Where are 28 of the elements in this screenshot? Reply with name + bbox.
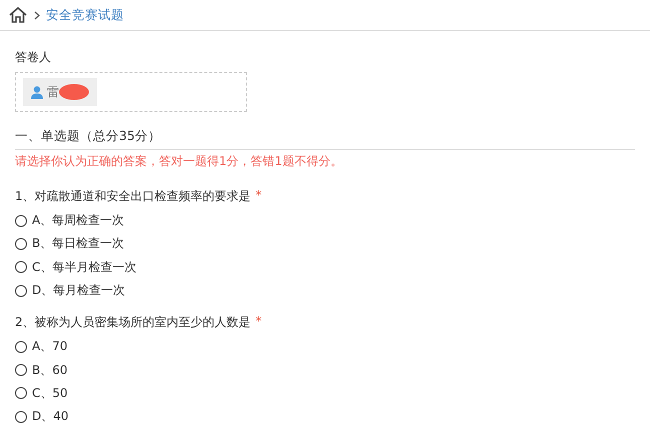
- section-title: 一、单选题（总分35分）: [15, 128, 635, 150]
- option-label[interactable]: C、50: [32, 384, 68, 402]
- required-mark: *: [256, 188, 262, 204]
- question-text: 1、对疏散通道和安全出口检查频率的要求是: [15, 188, 251, 205]
- option-label[interactable]: A、70: [32, 338, 68, 356]
- option-label[interactable]: B、每日检查一次: [32, 235, 124, 252]
- radio-button[interactable]: [15, 284, 27, 297]
- instruction-text: 请选择你认为正确的答案，答对一题得1分，答错1题不得分。: [15, 153, 344, 170]
- respondent-name: 雷: [47, 84, 59, 100]
- chevron-icon: [34, 10, 40, 20]
- radio-button[interactable]: [15, 364, 27, 376]
- question-text: 2、被称为人员密集场所的室内至少的人数是: [15, 314, 251, 332]
- radio-button[interactable]: [15, 261, 27, 274]
- radio-button[interactable]: [15, 340, 27, 353]
- breadcrumb-link[interactable]: 安全竞赛试题: [46, 6, 124, 24]
- respondent-label: 答卷人: [15, 49, 52, 66]
- option-label[interactable]: C、每半月检查一次: [32, 258, 136, 276]
- radio-button[interactable]: [15, 238, 27, 250]
- radio-button[interactable]: [15, 214, 27, 227]
- option-label[interactable]: B、60: [32, 362, 68, 379]
- radio-button[interactable]: [15, 410, 27, 423]
- option-label[interactable]: A、每周检查一次: [32, 212, 124, 230]
- radio-button[interactable]: [15, 387, 27, 400]
- option-label[interactable]: D、40: [32, 408, 69, 426]
- required-mark: *: [256, 314, 262, 330]
- user-icon: [31, 86, 43, 98]
- option-label[interactable]: D、每月检查一次: [32, 282, 126, 300]
- home-icon[interactable]: [8, 6, 28, 24]
